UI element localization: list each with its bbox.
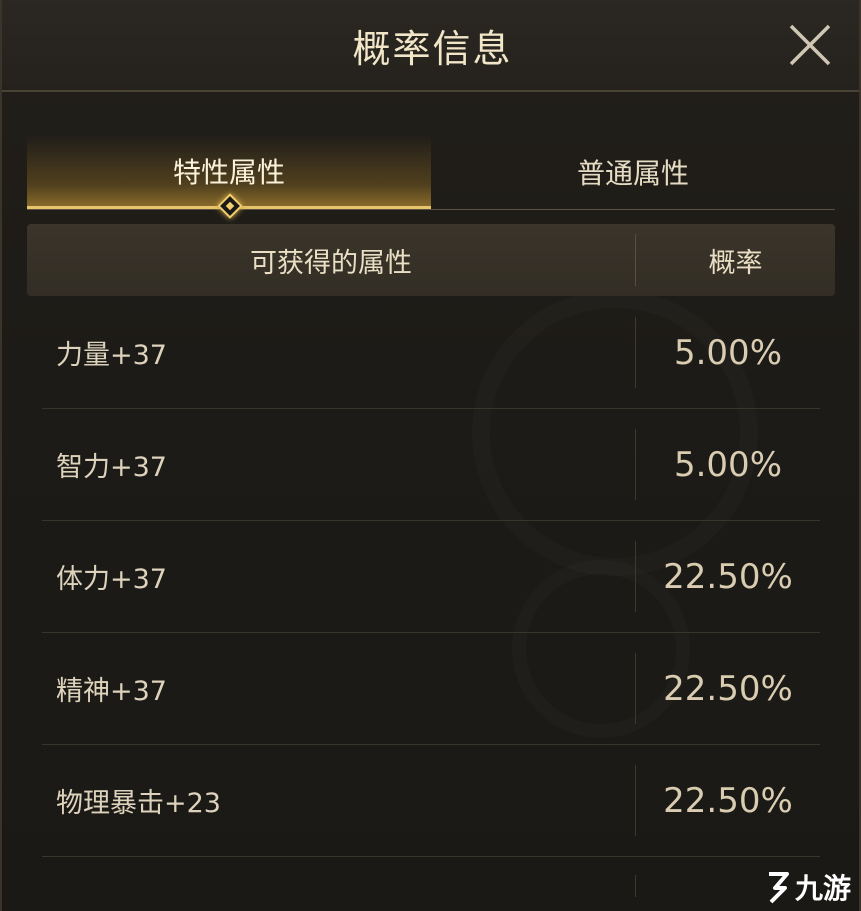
attribute-name: 精神+37 bbox=[56, 676, 167, 707]
column-header-probability: 概率 bbox=[708, 247, 763, 279]
table-row: 智力+37 5.00% bbox=[42, 409, 820, 521]
probability-dialog: 概率信息 特性属性 普通属性 可获得的属性 概率 力量+37 5.00% 智力+… bbox=[0, 0, 861, 911]
close-icon[interactable] bbox=[787, 22, 833, 68]
table-header: 可获得的属性 概率 bbox=[27, 224, 835, 296]
table-row: 体力+37 22.50% bbox=[42, 521, 820, 633]
attribute-name: 智力+37 bbox=[56, 452, 167, 483]
attribute-name: 物理暴击+23 bbox=[56, 788, 221, 819]
table-body[interactable]: 力量+37 5.00% 智力+37 5.00% 体力+37 22.50% 精神+… bbox=[42, 297, 820, 897]
table-row-partial bbox=[42, 857, 820, 897]
table-row: 物理暴击+23 22.50% bbox=[42, 745, 820, 857]
watermark-logo: 九游 bbox=[763, 867, 851, 907]
watermark-text: 九游 bbox=[794, 872, 851, 905]
table-row: 精神+37 22.50% bbox=[42, 633, 820, 745]
tab-normal-attributes[interactable]: 普通属性 bbox=[431, 135, 835, 209]
tab-bar: 特性属性 普通属性 bbox=[27, 135, 835, 210]
column-divider bbox=[635, 875, 636, 897]
dialog-title: 概率信息 bbox=[352, 27, 513, 71]
attribute-name: 力量+37 bbox=[56, 340, 167, 371]
attribute-name: 体力+37 bbox=[56, 564, 167, 595]
probability-value: 22.50% bbox=[663, 556, 793, 597]
probability-value: 22.50% bbox=[663, 668, 793, 709]
probability-value: 5.00% bbox=[673, 332, 782, 373]
dialog-header: 概率信息 bbox=[2, 0, 859, 92]
probability-value: 5.00% bbox=[673, 444, 782, 485]
table-row: 力量+37 5.00% bbox=[42, 297, 820, 409]
probability-value: 22.50% bbox=[663, 780, 793, 821]
column-header-attribute: 可获得的属性 bbox=[250, 247, 412, 279]
nine-game-logo-icon bbox=[768, 872, 789, 904]
